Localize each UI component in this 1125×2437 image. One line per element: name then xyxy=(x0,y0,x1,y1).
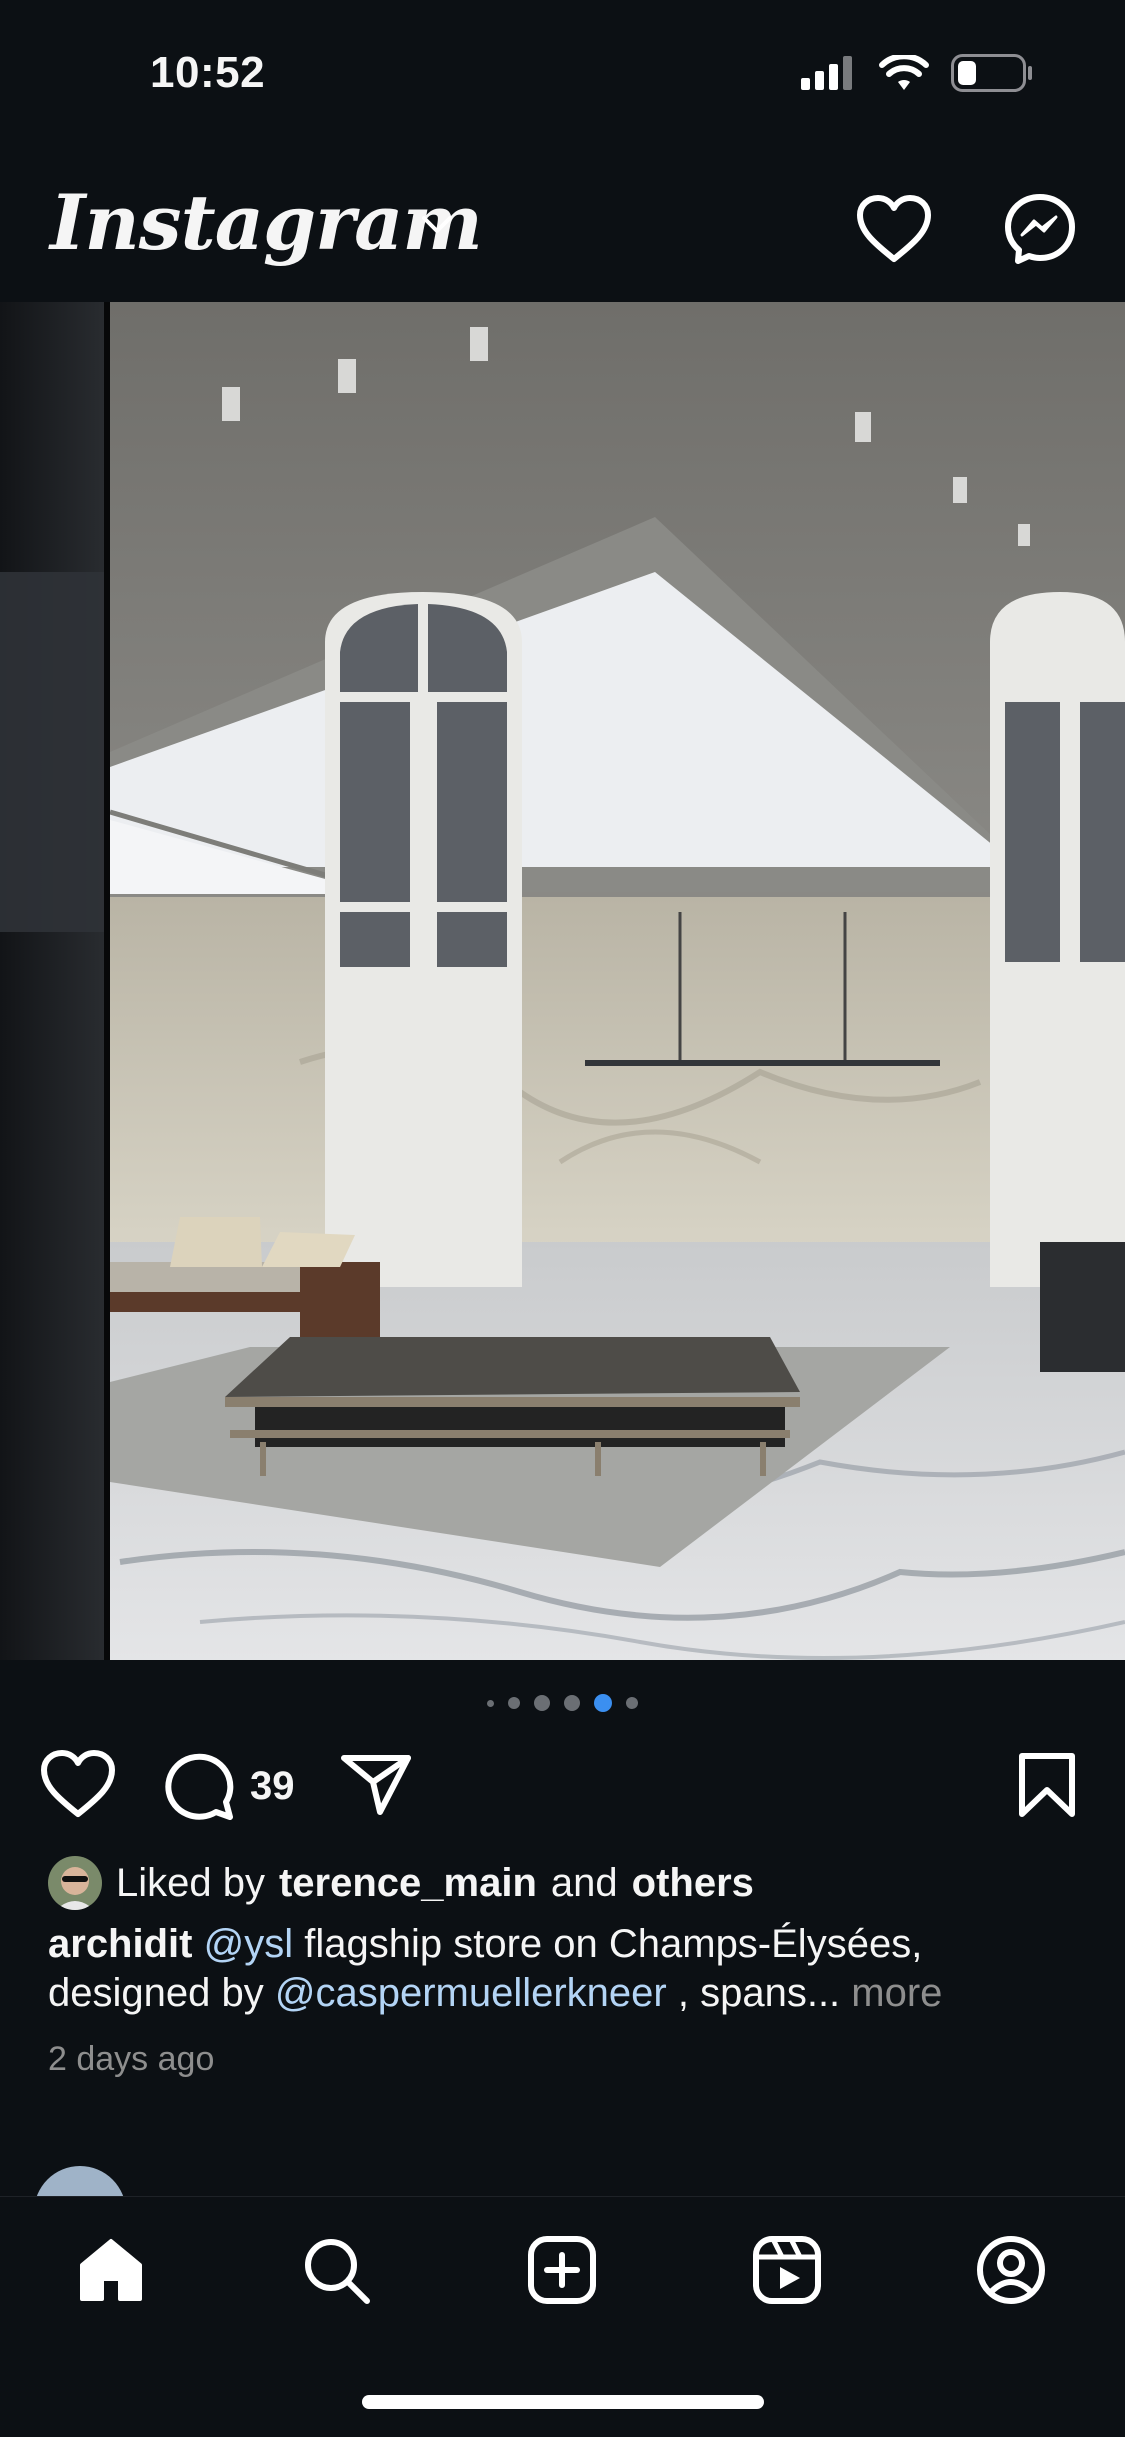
caption-text-3: , spans... xyxy=(677,1971,841,2015)
like-icon[interactable] xyxy=(40,1750,116,1818)
carousel-dot xyxy=(534,1695,550,1711)
wifi-icon xyxy=(879,55,929,90)
heart-icon[interactable] xyxy=(856,195,932,263)
carousel-dot xyxy=(626,1697,638,1709)
comment-icon[interactable] xyxy=(162,1750,234,1820)
likes-others[interactable]: others xyxy=(632,1861,754,1906)
home-icon[interactable] xyxy=(76,2235,146,2305)
create-icon[interactable] xyxy=(527,2235,597,2305)
post-image[interactable] xyxy=(0,302,1125,1660)
carousel-dot xyxy=(508,1697,520,1709)
post-caption: archidit @ysl flagship store on Champs-É… xyxy=(48,1920,1088,2018)
likes-prefix: Liked by xyxy=(116,1860,265,1905)
liker-username[interactable]: terence_main xyxy=(279,1861,537,1906)
caption-text-1: flagship store on Champs-Élysées, xyxy=(304,1922,923,1966)
liker-avatar[interactable] xyxy=(48,1856,102,1910)
messenger-icon[interactable] xyxy=(1004,193,1076,265)
store-interior-photo xyxy=(0,302,1125,1660)
profile-icon[interactable] xyxy=(976,2235,1046,2305)
bookmark-icon[interactable] xyxy=(1018,1752,1076,1818)
carousel-dot-active xyxy=(594,1694,612,1712)
caption-mention-ysl[interactable]: @ysl xyxy=(204,1922,294,1966)
search-icon[interactable] xyxy=(301,2235,371,2305)
status-bar: 10:52 xyxy=(0,0,1125,150)
status-time: 10:52 xyxy=(150,48,266,97)
caption-mention-architect[interactable]: @caspermuellerkneer xyxy=(275,1971,667,2015)
reels-icon[interactable] xyxy=(752,2235,822,2305)
carousel-indicator xyxy=(0,1694,1125,1712)
signal-icon xyxy=(801,56,852,90)
caption-text-2: designed by xyxy=(48,1971,264,2015)
carousel-dot xyxy=(487,1699,494,1707)
share-icon[interactable] xyxy=(340,1752,412,1816)
likes-summary[interactable]: Liked by terence_main and others xyxy=(48,1856,754,1910)
post-timestamp: 2 days ago xyxy=(48,2040,215,2078)
chevron-down-icon[interactable] xyxy=(420,214,454,236)
carousel-dot xyxy=(564,1695,580,1711)
app-header: Instagram xyxy=(0,150,1125,302)
battery-icon xyxy=(951,54,1032,92)
likes-middle: and xyxy=(550,1860,618,1905)
comment-count: 39 xyxy=(250,1764,295,1808)
instagram-logo[interactable]: Instagram xyxy=(50,178,483,267)
home-indicator xyxy=(362,2395,764,2409)
post-actions: 39 xyxy=(0,1750,1125,1830)
caption-more-link[interactable]: more xyxy=(851,1971,942,2015)
caption-author[interactable]: archidit xyxy=(48,1922,192,1966)
status-icons xyxy=(801,54,1033,92)
